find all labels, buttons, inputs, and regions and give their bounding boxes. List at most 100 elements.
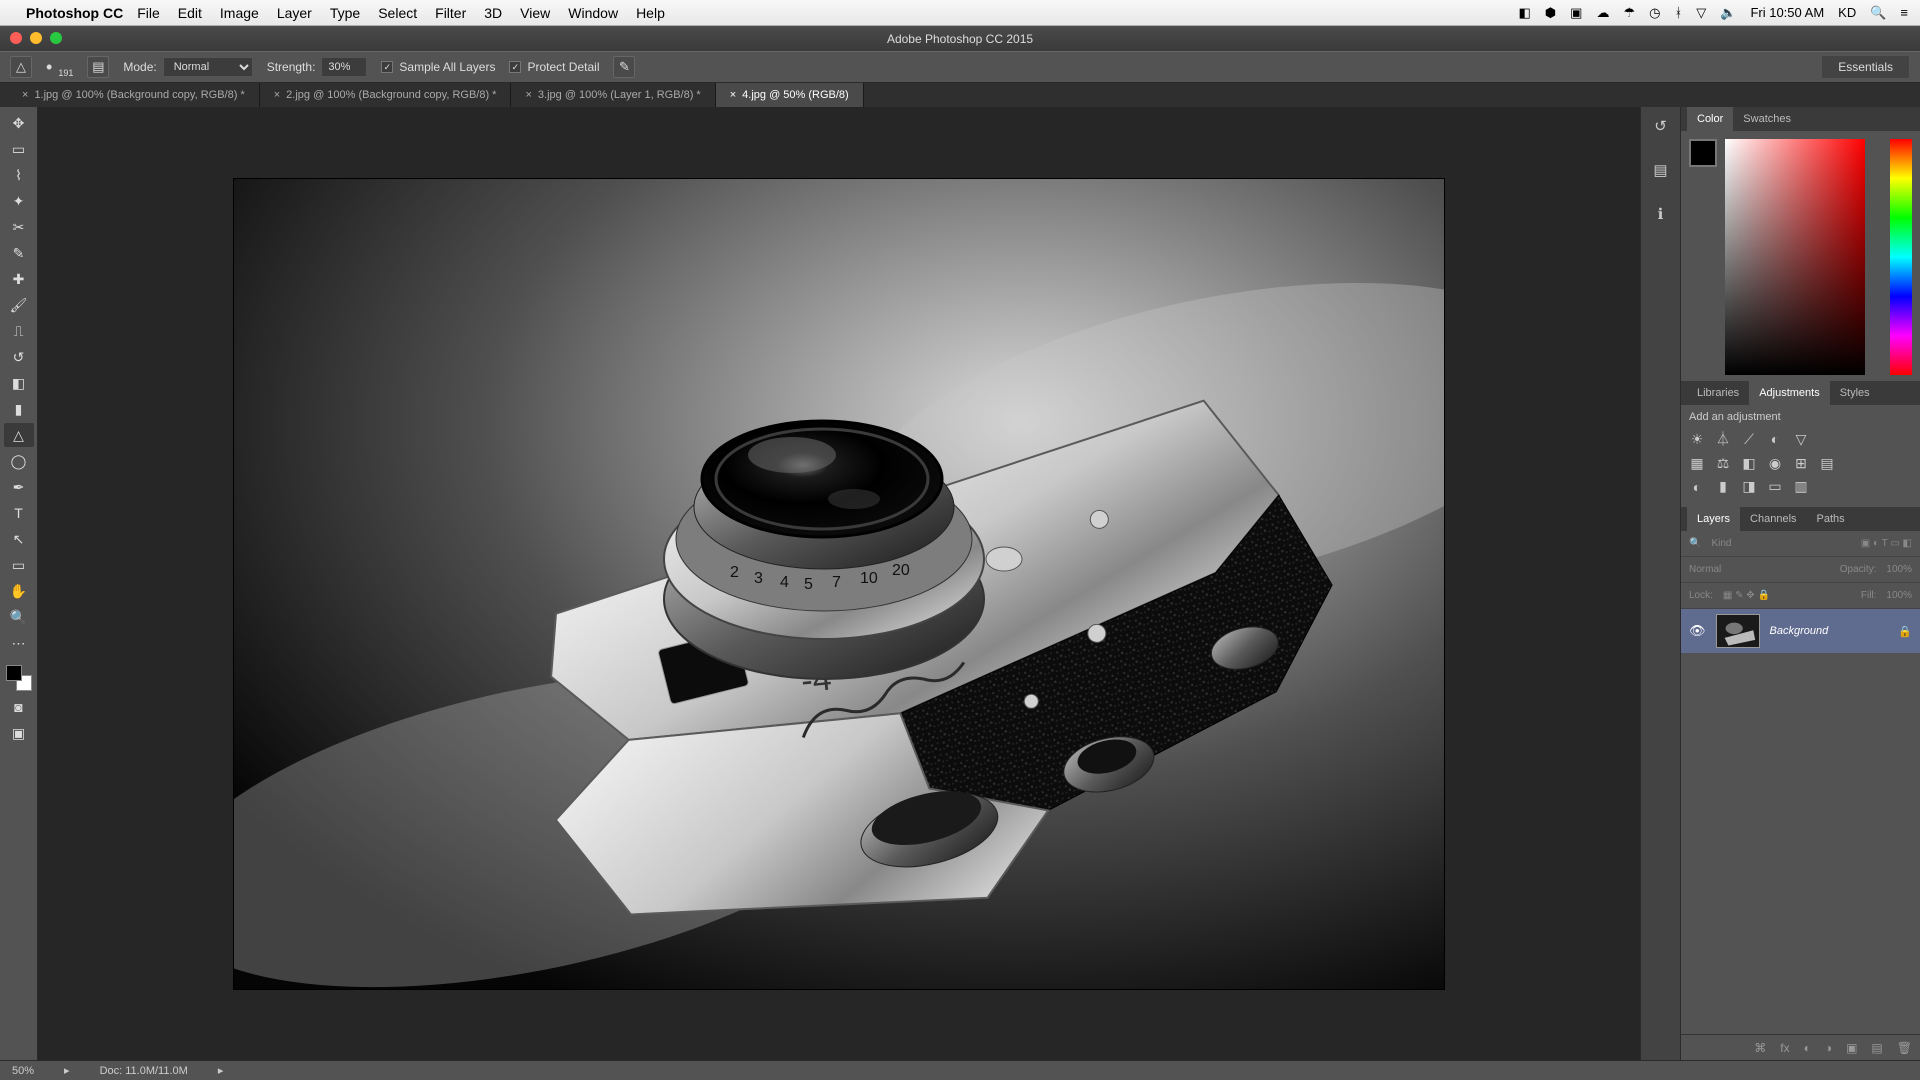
mode-select[interactable]: Normal: [163, 57, 253, 77]
posterize-icon[interactable]: ▮: [1715, 478, 1731, 495]
move-tool[interactable]: ✥: [4, 111, 34, 135]
status-expand-icon[interactable]: ▸: [218, 1064, 224, 1077]
hand-tool[interactable]: ✋: [4, 579, 34, 603]
blend-mode-select[interactable]: Normal: [1689, 564, 1721, 575]
hue-icon[interactable]: ▦: [1689, 455, 1705, 472]
document-tab[interactable]: × 4.jpg @ 50% (RGB/8): [716, 83, 864, 107]
shape-tool[interactable]: ▭: [4, 553, 34, 577]
path-select-tool[interactable]: ↖: [4, 527, 34, 551]
invert-icon[interactable]: ◐: [1689, 479, 1705, 495]
tab-close[interactable]: ×: [525, 89, 531, 101]
zoom-level[interactable]: 50%: [12, 1065, 34, 1077]
vibrance-icon[interactable]: ▽: [1793, 431, 1809, 448]
doc-size[interactable]: Doc: 11.0M/11.0M: [100, 1065, 188, 1077]
levels-icon[interactable]: ⏃: [1715, 429, 1731, 449]
status-icon[interactable]: ◷: [1649, 5, 1660, 21]
workspace-switcher[interactable]: Essentials: [1821, 55, 1910, 79]
new-layer-icon[interactable]: ▤: [1871, 1041, 1882, 1055]
app-name[interactable]: Photoshop CC: [26, 5, 123, 21]
layer-mask-icon[interactable]: ◐: [1804, 1041, 1811, 1055]
brush-preset[interactable]: • 191: [46, 57, 73, 78]
tab-close[interactable]: ×: [730, 89, 736, 101]
foreground-color-preview[interactable]: [1689, 139, 1717, 167]
new-group-icon[interactable]: ▣: [1846, 1041, 1857, 1055]
layer-row[interactable]: 👁 Background 🔒: [1681, 609, 1920, 653]
eyedropper-tool[interactable]: ✎: [4, 241, 34, 265]
document-tab[interactable]: × 2.jpg @ 100% (Background copy, RGB/8) …: [260, 83, 512, 107]
info-icon[interactable]: ℹ: [1658, 205, 1664, 223]
document-tab[interactable]: × 1.jpg @ 100% (Background copy, RGB/8) …: [8, 83, 260, 107]
color-balance-icon[interactable]: ⚖: [1715, 455, 1731, 472]
menu-view[interactable]: View: [520, 5, 550, 21]
delete-layer-icon[interactable]: 🗑: [1897, 1041, 1912, 1055]
lock-icon[interactable]: 🔒: [1898, 625, 1912, 638]
brightness-icon[interactable]: ☀: [1689, 431, 1705, 448]
exposure-icon[interactable]: ◐: [1767, 431, 1783, 447]
tab-color[interactable]: Color: [1687, 107, 1733, 131]
status-icon[interactable]: ☁: [1596, 5, 1609, 21]
zoom-window-button[interactable]: [50, 32, 62, 44]
tab-adjustments[interactable]: Adjustments: [1749, 381, 1830, 405]
threshold-icon[interactable]: ◨: [1741, 478, 1757, 495]
menu-filter[interactable]: Filter: [435, 5, 466, 21]
status-icon[interactable]: ☂: [1623, 5, 1635, 21]
healing-tool[interactable]: ✚: [4, 267, 34, 291]
menu-edit[interactable]: Edit: [178, 5, 202, 21]
menu-image[interactable]: Image: [220, 5, 259, 21]
zoom-tool[interactable]: 🔍: [4, 605, 34, 629]
volume-icon[interactable]: 🔈: [1720, 5, 1736, 21]
strength-input[interactable]: [321, 57, 367, 77]
sharpen-tool[interactable]: △: [4, 423, 34, 447]
protect-detail[interactable]: ✓Protect Detail: [509, 60, 599, 74]
menu-window[interactable]: Window: [568, 5, 618, 21]
properties-icon[interactable]: ▤: [1653, 161, 1667, 179]
pressure-icon[interactable]: ✎: [613, 56, 635, 78]
document-tab[interactable]: × 3.jpg @ 100% (Layer 1, RGB/8) *: [511, 83, 715, 107]
lasso-tool[interactable]: ⌇: [4, 163, 34, 187]
foreground-background-colors[interactable]: [4, 663, 34, 693]
marquee-tool[interactable]: ▭: [4, 137, 34, 161]
status-icon[interactable]: ⬢: [1545, 5, 1556, 21]
color-field[interactable]: [1725, 139, 1865, 375]
link-layers-icon[interactable]: ⌘: [1754, 1041, 1766, 1055]
brush-panel-icon[interactable]: ▤: [87, 56, 109, 78]
gradient-map-icon[interactable]: ▭: [1767, 478, 1783, 495]
document-canvas[interactable]: -4 234 571020: [234, 179, 1444, 989]
history-icon[interactable]: ↺: [1654, 117, 1667, 135]
menu-select[interactable]: Select: [378, 5, 417, 21]
tab-swatches[interactable]: Swatches: [1733, 107, 1801, 131]
minimize-window-button[interactable]: [30, 32, 42, 44]
menu-3d[interactable]: 3D: [484, 5, 502, 21]
brush-tool[interactable]: 🖌: [4, 293, 34, 317]
screen-mode-icon[interactable]: ▣: [4, 721, 34, 745]
status-icon[interactable]: ◧: [1519, 5, 1531, 21]
menu-type[interactable]: Type: [330, 5, 360, 21]
layer-name[interactable]: Background: [1770, 625, 1829, 637]
tab-close[interactable]: ×: [274, 89, 280, 101]
stamp-tool[interactable]: ⎍: [4, 319, 34, 343]
tab-layers[interactable]: Layers: [1687, 507, 1740, 531]
new-fill-icon[interactable]: ◑: [1825, 1041, 1832, 1055]
channel-mixer-icon[interactable]: ⊞: [1793, 455, 1809, 472]
type-tool[interactable]: T: [4, 501, 34, 525]
edit-toolbar[interactable]: ⋯: [4, 631, 34, 655]
curves-icon[interactable]: ⟋: [1741, 431, 1757, 448]
photo-filter-icon[interactable]: ◉: [1767, 455, 1783, 472]
wifi-icon[interactable]: ▽: [1696, 5, 1706, 21]
menu-help[interactable]: Help: [636, 5, 665, 21]
tab-channels[interactable]: Channels: [1740, 507, 1806, 531]
tab-styles[interactable]: Styles: [1830, 381, 1880, 405]
tab-libraries[interactable]: Libraries: [1687, 381, 1749, 405]
quick-select-tool[interactable]: ✦: [4, 189, 34, 213]
tab-close[interactable]: ×: [22, 89, 28, 101]
selective-color-icon[interactable]: ▥: [1793, 478, 1809, 495]
status-icon[interactable]: ▣: [1570, 5, 1582, 21]
dodge-tool[interactable]: ◯: [4, 449, 34, 473]
history-brush-tool[interactable]: ↺: [4, 345, 34, 369]
sample-all-layers[interactable]: ✓Sample All Layers: [381, 60, 495, 74]
menu-layer[interactable]: Layer: [277, 5, 312, 21]
canvas-area[interactable]: -4 234 571020: [38, 107, 1640, 1060]
pen-tool[interactable]: ✒: [4, 475, 34, 499]
status-icon[interactable]: ▸: [64, 1064, 70, 1077]
hue-slider[interactable]: [1890, 139, 1912, 375]
